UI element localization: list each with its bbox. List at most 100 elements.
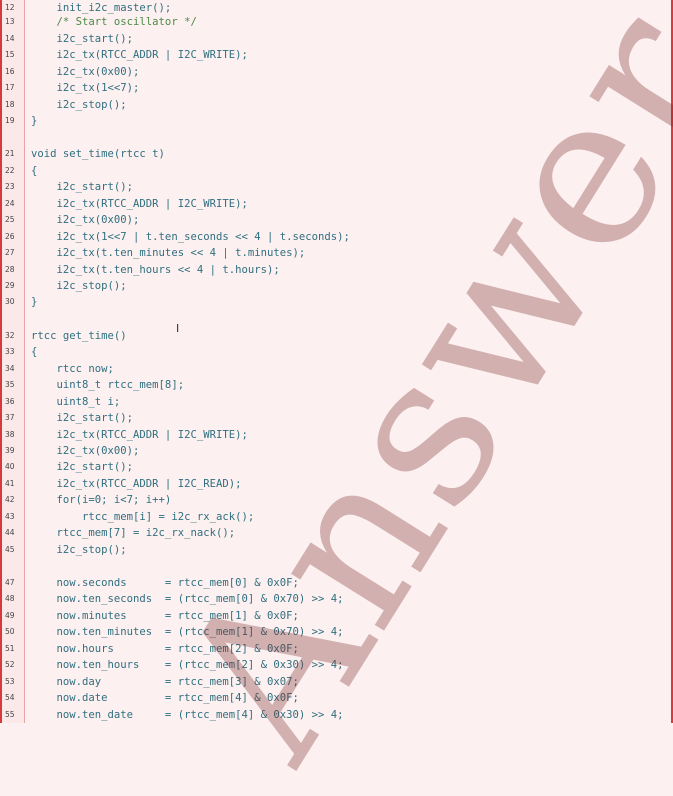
code-line: 38 i2c_tx(RTCC_ADDR | I2C_WRITE);	[2, 427, 673, 443]
code-line: 49 now.minutes = rtcc_mem[1] & 0x0F;	[2, 608, 673, 624]
code-line: 32 rtcc get_time()	[2, 328, 673, 344]
line-number: 29	[5, 281, 15, 290]
code-text: uint8_t rtcc_mem[8];	[31, 379, 185, 391]
code-text: for(i=0; i<7; i++)	[31, 494, 172, 506]
code-line: 54 now.date = rtcc_mem[4] & 0x0F;	[2, 690, 673, 706]
code-text: i2c_tx(t.ten_minutes << 4 | t.minutes);	[31, 247, 306, 259]
line-number: 25	[5, 215, 15, 224]
code-text: i2c_start();	[31, 461, 134, 473]
code-text: i2c_stop();	[31, 280, 127, 292]
code-line: 23 i2c_start();	[2, 179, 673, 195]
code-text: rtcc now;	[31, 363, 114, 375]
line-number: 37	[5, 413, 15, 422]
code-text: i2c_stop();	[31, 99, 127, 111]
code-text: now.day = rtcc_mem[3] & 0x07;	[31, 676, 299, 688]
code-line: 51 now.hours = rtcc_mem[2] & 0x0F;	[2, 641, 673, 657]
code-line: 27 i2c_tx(t.ten_minutes << 4 | t.minutes…	[2, 245, 673, 261]
code-text: i2c_tx(0x00);	[31, 66, 140, 78]
code-line: 41 i2c_tx(RTCC_ADDR | I2C_READ);	[2, 476, 673, 492]
code-line: 17 i2c_tx(1<<7);	[2, 80, 673, 96]
line-number: 32	[5, 331, 15, 340]
line-number: 18	[5, 100, 15, 109]
code-text: }	[31, 115, 38, 127]
code-line: 22 {	[2, 163, 673, 179]
line-number: 22	[5, 166, 15, 175]
code-line: 15 i2c_tx(RTCC_ADDR | I2C_WRITE);	[2, 47, 673, 63]
line-number: 49	[5, 611, 15, 620]
code-text: now.ten_minutes = (rtcc_mem[1] & 0x70) >…	[31, 626, 344, 638]
line-number: 39	[5, 446, 15, 455]
text-cursor-icon: I	[176, 322, 180, 335]
line-number: 27	[5, 248, 15, 257]
code-line: 36 uint8_t i;	[2, 394, 673, 410]
code-text: i2c_tx(1<<7 | t.ten_seconds << 4 | t.sec…	[31, 231, 350, 243]
code-text: i2c_stop();	[31, 544, 127, 556]
line-number: 48	[5, 594, 15, 603]
code-listing-page: 12 init_i2c_master(); 13 /* Start oscilla…	[0, 0, 673, 796]
code-text: /* Start oscillator */	[31, 16, 197, 28]
code-text: }	[31, 296, 38, 308]
code-text: i2c_start();	[31, 412, 134, 424]
line-number: 38	[5, 430, 15, 439]
line-number: 43	[5, 512, 15, 521]
code-text: i2c_tx(RTCC_ADDR | I2C_READ);	[31, 478, 242, 490]
code-line: 33 {	[2, 344, 673, 360]
code-line: 45 i2c_stop();	[2, 542, 673, 558]
code-line: 18 i2c_stop();	[2, 97, 673, 113]
code-text: now.ten_hours = (rtcc_mem[2] & 0x30) >> …	[31, 659, 344, 671]
line-number: 16	[5, 67, 15, 76]
code-line: 25 i2c_tx(0x00);	[2, 212, 673, 228]
line-number: 53	[5, 677, 15, 686]
code-line: 29 i2c_stop();	[2, 278, 673, 294]
code-text: now.hours = rtcc_mem[2] & 0x0F;	[31, 643, 299, 655]
code-line: 37 i2c_start();	[2, 410, 673, 426]
line-number: 30	[5, 297, 15, 306]
line-number: 24	[5, 199, 15, 208]
line-number: 15	[5, 50, 15, 59]
code-line: 13 /* Start oscillator */	[2, 14, 673, 30]
code-text: i2c_tx(RTCC_ADDR | I2C_WRITE);	[31, 198, 248, 210]
code-text: i2c_tx(1<<7);	[31, 82, 140, 94]
line-number: 19	[5, 116, 15, 125]
code-text: {	[31, 165, 38, 177]
code-line: 19}	[2, 113, 673, 129]
code-line: 48 now.ten_seconds = (rtcc_mem[0] & 0x70…	[2, 591, 673, 607]
code-line: 39 i2c_tx(0x00);	[2, 443, 673, 459]
line-number: 51	[5, 644, 15, 653]
code-text: i2c_tx(RTCC_ADDR | I2C_WRITE);	[31, 429, 248, 441]
code-text: now.ten_seconds = (rtcc_mem[0] & 0x70) >…	[31, 593, 344, 605]
code-text: i2c_start();	[31, 33, 134, 45]
code-line: 14 i2c_start();	[2, 31, 673, 47]
line-number: 50	[5, 627, 15, 636]
line-number: 14	[5, 34, 15, 43]
line-number: 34	[5, 364, 15, 373]
code-text: i2c_tx(RTCC_ADDR | I2C_WRITE);	[31, 49, 248, 61]
line-number: 47	[5, 578, 15, 587]
line-number: 21	[5, 149, 15, 158]
code-text: void set_time(rtcc t)	[31, 148, 165, 160]
code-text: now.date = rtcc_mem[4] & 0x0F;	[31, 692, 299, 704]
code-text: now.seconds = rtcc_mem[0] & 0x0F;	[31, 577, 299, 589]
code-line: 34 rtcc now;	[2, 361, 673, 377]
code-line: 50 now.ten_minutes = (rtcc_mem[1] & 0x70…	[2, 624, 673, 640]
code-line: 47 now.seconds = rtcc_mem[0] & 0x0F;	[2, 575, 673, 591]
code-line: 55 now.ten_date = (rtcc_mem[4] & 0x30) >…	[2, 707, 673, 723]
code-text: i2c_tx(0x00);	[31, 214, 140, 226]
code-text: rtcc_mem[7] = i2c_rx_nack();	[31, 527, 236, 539]
line-number: 52	[5, 660, 15, 669]
line-number: 26	[5, 232, 15, 241]
code-line: 44 rtcc_mem[7] = i2c_rx_nack();	[2, 525, 673, 541]
code-line: 42 for(i=0; i<7; i++)	[2, 492, 673, 508]
code-line: 40 i2c_start();	[2, 459, 673, 475]
code-text: rtcc get_time()	[31, 330, 127, 342]
code-line: 21 void set_time(rtcc t)	[2, 146, 673, 162]
code-line: 43 rtcc_mem[i] = i2c_rx_ack();	[2, 509, 673, 525]
code-line: 35 uint8_t rtcc_mem[8];	[2, 377, 673, 393]
line-number: 13	[5, 17, 15, 26]
code-line: 53 now.day = rtcc_mem[3] & 0x07;	[2, 674, 673, 690]
code-text: {	[31, 346, 38, 358]
line-number: 36	[5, 397, 15, 406]
code-text: i2c_start();	[31, 181, 134, 193]
code-text: now.minutes = rtcc_mem[1] & 0x0F;	[31, 610, 299, 622]
code-line: 30}	[2, 294, 673, 310]
